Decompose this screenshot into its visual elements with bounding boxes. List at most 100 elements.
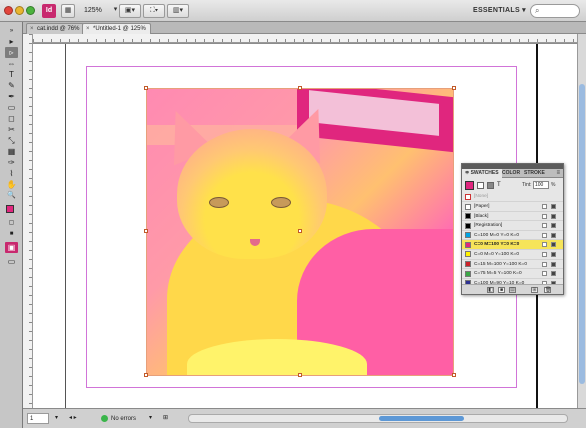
selection-handle[interactable] bbox=[452, 86, 456, 90]
app-logo-icon[interactable]: Id bbox=[42, 4, 56, 18]
process-color-icon bbox=[542, 261, 547, 267]
selection-handle[interactable] bbox=[144, 229, 148, 233]
horizontal-scroll-thumb[interactable] bbox=[379, 416, 464, 421]
page-dropdown-icon[interactable]: ▾ bbox=[53, 413, 63, 424]
pen-tool-icon[interactable]: ✒ bbox=[5, 91, 18, 102]
selection-handle[interactable] bbox=[452, 373, 456, 377]
stroke-swatch-icon[interactable] bbox=[477, 182, 484, 189]
swatch-name: [None] bbox=[474, 194, 489, 199]
delete-swatch-icon[interactable]: 🗑 bbox=[544, 287, 551, 293]
swatch-row[interactable]: C=100 M=0 Y=0 K=0 bbox=[462, 229, 563, 240]
zoom-level-field[interactable]: 125% bbox=[84, 5, 108, 17]
page-nav-arrows[interactable]: ◂ ▸ bbox=[67, 413, 93, 424]
zoom-tool-icon[interactable]: 🔍 bbox=[5, 190, 18, 201]
view-options-button[interactable]: ▣▾ bbox=[119, 4, 141, 18]
tab-stroke[interactable]: STROKE bbox=[521, 169, 548, 178]
vertical-scrollbar[interactable] bbox=[577, 34, 586, 408]
tab-untitled-document[interactable]: × *Untitled-1 @ 125% bbox=[82, 23, 151, 34]
tint-label: Tint: bbox=[522, 182, 532, 188]
selection-handle[interactable] bbox=[298, 229, 302, 233]
type-tool-icon[interactable]: T bbox=[5, 69, 18, 80]
selection-handle[interactable] bbox=[298, 86, 302, 90]
swatch-row[interactable]: [Black] bbox=[462, 210, 563, 221]
swatch-row[interactable]: C=0 M=100 Y=0 K=0 bbox=[462, 239, 563, 249]
formatting-container-icon[interactable]: ▢ bbox=[5, 218, 18, 229]
preview-mode-icon[interactable]: ▭ bbox=[5, 256, 18, 267]
selection-handle[interactable] bbox=[144, 373, 148, 377]
tab-color[interactable]: COLOR bbox=[499, 169, 523, 178]
swatch-list: [Paper] [Black] [Registration] C=100 M=0 Y=… bbox=[462, 201, 563, 287]
horizontal-ruler[interactable] bbox=[33, 34, 577, 43]
container-icon[interactable] bbox=[487, 182, 494, 189]
fill-swatch-icon[interactable] bbox=[465, 181, 474, 190]
arrange-documents-button[interactable]: ▥▾ bbox=[167, 4, 189, 18]
tab-label: *Untitled-1 @ 125% bbox=[93, 26, 146, 32]
direct-selection-tool-icon[interactable]: ▹ bbox=[5, 47, 18, 58]
cmyk-mode-icon bbox=[551, 232, 556, 238]
new-swatch-icon[interactable]: ⊞ bbox=[531, 287, 538, 293]
swatches-panel: ≑ SWATCHES COLOR STROKE ≡ T Tint: 100 % … bbox=[461, 163, 564, 295]
bridge-icon[interactable]: ▦ bbox=[61, 4, 75, 18]
process-color-icon bbox=[542, 232, 547, 238]
control-bar: Id ▦ 125% ▾ ▣▾ ⛶▾ ▥▾ ESSENTIALS ▾ ⌕ bbox=[0, 0, 586, 22]
rectangle-tool-icon[interactable]: ◻ bbox=[5, 113, 18, 124]
cmyk-mode-icon bbox=[551, 213, 556, 219]
search-input[interactable]: ⌕ bbox=[530, 4, 580, 18]
swatch-color-chip bbox=[465, 261, 471, 268]
selection-handle[interactable] bbox=[144, 86, 148, 90]
rectangle-frame-tool-icon[interactable]: ▭ bbox=[5, 102, 18, 113]
window-minimize-button[interactable] bbox=[15, 6, 24, 15]
eyedropper-tool-icon[interactable]: ⌇ bbox=[5, 168, 18, 179]
tint-input[interactable]: 100 bbox=[533, 181, 549, 189]
tab-cat-document[interactable]: × cat.indd @ 76% bbox=[26, 23, 85, 34]
swatch-row[interactable]: C=15 M=100 Y=100 K=0 bbox=[462, 258, 563, 269]
swatch-row-none[interactable]: [None] bbox=[462, 192, 563, 201]
panel-menu-icon[interactable]: ≡ bbox=[556, 169, 560, 178]
process-color-icon bbox=[542, 204, 547, 209]
open-document-icon[interactable]: ⊞ bbox=[161, 413, 173, 424]
workspace-switcher[interactable]: ESSENTIALS ▾ bbox=[473, 5, 526, 17]
gradient-tool-icon[interactable]: ▦ bbox=[5, 146, 18, 157]
search-icon: ⌕ bbox=[535, 6, 540, 15]
zoom-dropdown-icon[interactable]: ▾ bbox=[112, 4, 119, 18]
show-color-swatches-icon[interactable]: ■ bbox=[498, 287, 505, 293]
none-swatch-icon bbox=[465, 193, 471, 200]
page-number-field[interactable]: 1 bbox=[27, 413, 49, 424]
gap-tool-icon[interactable]: ⇔ bbox=[5, 58, 18, 69]
swatch-color-chip bbox=[465, 222, 471, 229]
note-tool-icon[interactable]: ✑ bbox=[5, 157, 18, 168]
swatch-panel-footer: ◧ ■ ▤ ⊞ 🗑 bbox=[462, 284, 563, 294]
pencil-tool-icon[interactable]: ✎ bbox=[5, 80, 18, 91]
process-color-icon bbox=[542, 251, 547, 257]
tools-panel: » ▸ ▹ ⇔ T ✎ ✒ ▭ ◻ ✂ ⤡ ▦ ✑ ⌇ ✋ 🔍 ▢ ■ ▣ ▭ bbox=[0, 22, 23, 428]
selection-tool-icon[interactable]: ▸ bbox=[5, 36, 18, 47]
selection-handle[interactable] bbox=[298, 373, 302, 377]
swatch-row[interactable]: C=75 M=5 Y=100 K=0 bbox=[462, 268, 563, 278]
scissors-tool-icon[interactable]: ✂ bbox=[5, 124, 18, 135]
normal-view-icon[interactable]: ▣ bbox=[5, 242, 18, 253]
window-zoom-button[interactable] bbox=[26, 6, 35, 15]
apply-color-icon[interactable]: ■ bbox=[5, 229, 18, 240]
cmyk-mode-icon bbox=[551, 251, 556, 257]
free-transform-tool-icon[interactable]: ⤡ bbox=[5, 135, 18, 146]
tab-swatches[interactable]: ≑ SWATCHES bbox=[462, 169, 502, 178]
vertical-ruler[interactable] bbox=[23, 34, 33, 408]
cmyk-mode-icon bbox=[551, 261, 556, 267]
show-all-swatches-icon[interactable]: ◧ bbox=[487, 287, 494, 293]
horizontal-scrollbar[interactable] bbox=[188, 414, 568, 423]
fill-stroke-swatch-icon[interactable] bbox=[5, 204, 18, 215]
screen-mode-button[interactable]: ⛶▾ bbox=[143, 4, 165, 18]
swatch-toolbar: T Tint: 100 % bbox=[462, 179, 563, 191]
cmyk-mode-icon bbox=[551, 223, 556, 229]
swatch-row[interactable]: C=0 M=0 Y=100 K=0 bbox=[462, 248, 563, 259]
cmyk-mode-icon bbox=[551, 271, 556, 277]
preflight-menu-icon[interactable]: ▾ bbox=[147, 413, 157, 424]
hand-tool-icon[interactable]: ✋ bbox=[5, 179, 18, 190]
swatch-row[interactable]: [Paper] bbox=[462, 201, 563, 211]
window-close-button[interactable] bbox=[4, 6, 13, 15]
text-format-icon[interactable]: T bbox=[497, 182, 504, 189]
vertical-scroll-thumb[interactable] bbox=[579, 84, 585, 384]
swatch-row[interactable]: [Registration] bbox=[462, 220, 563, 230]
show-gradient-swatches-icon[interactable]: ▤ bbox=[509, 287, 516, 293]
process-color-icon bbox=[542, 223, 547, 229]
